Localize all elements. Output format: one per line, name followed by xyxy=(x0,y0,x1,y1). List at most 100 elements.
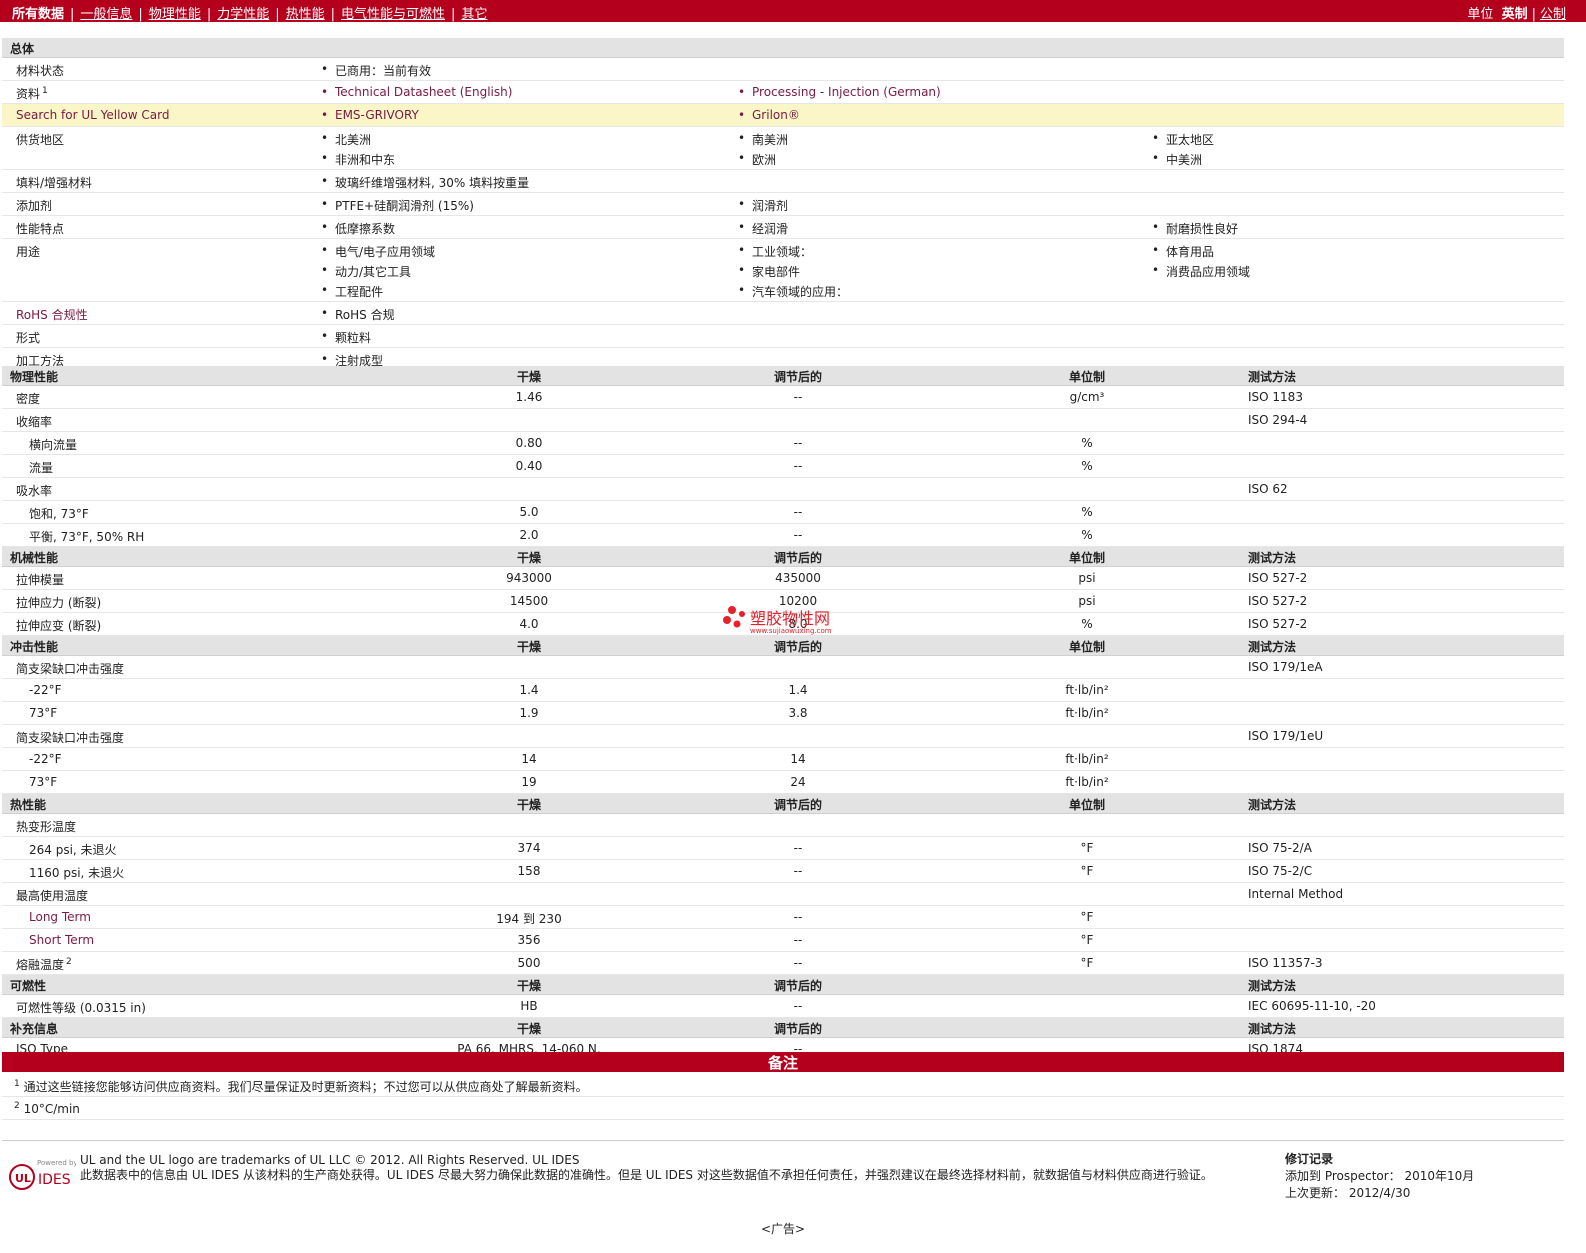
grilon-link[interactable]: Grilon® xyxy=(738,108,800,122)
supplementary-title: 补充信息 xyxy=(10,1022,59,1036)
unit-value: ft·lb/in² xyxy=(1065,706,1109,720)
row-label: 形式 xyxy=(16,331,41,345)
physical-row: 吸水率 ISO 62 xyxy=(2,478,1564,501)
dry-value: 158 xyxy=(517,864,541,878)
impact-row: -22°F 1.4 1.4 ft·lb/in² xyxy=(2,679,1564,702)
col-test-header: 测试方法 xyxy=(1248,979,1297,993)
nav-general[interactable]: 一般信息 xyxy=(80,7,132,22)
revision-added: 添加到 Prospector： 2010年10月 xyxy=(1285,1169,1475,1183)
col-conditioned-header: 调节后的 xyxy=(773,798,822,812)
use-item: 电气/电子应用领域 xyxy=(321,243,435,260)
nav-other[interactable]: 其它 xyxy=(461,7,487,22)
material-status-row: 材料状态 已商用：当前有效 xyxy=(2,58,1564,81)
test-method: Internal Method xyxy=(1248,887,1344,901)
rohs-link[interactable]: RoHS 合规性 xyxy=(16,306,88,323)
conditioned-value: -- xyxy=(793,956,803,970)
svg-text:www.sujiaowuxing.com: www.sujiaowuxing.com xyxy=(750,627,832,635)
col-unit-header: 单位制 xyxy=(1068,551,1105,565)
row-label: 用途 xyxy=(16,245,41,259)
trademark-text: UL and the UL logo are trademarks of UL … xyxy=(80,1153,580,1167)
additive-value: PTFE+硅酮润滑剂 (15%) xyxy=(321,197,474,214)
general-title: 总体 xyxy=(10,42,35,56)
nav-mechanical[interactable]: 力学性能 xyxy=(217,7,269,22)
property-label: 264 psi, 未退火 xyxy=(29,843,117,857)
dry-value: 4.0 xyxy=(519,617,539,631)
nav-all-data[interactable]: 所有数据 xyxy=(12,7,64,22)
conditioned-value: -- xyxy=(793,505,803,519)
test-method: IEC 60695-11-10, -20 xyxy=(1248,999,1376,1013)
dry-value: 500 xyxy=(517,956,541,970)
unit-value: °F xyxy=(1080,864,1094,878)
dry-value: 0.80 xyxy=(515,436,543,450)
test-method: ISO 179/1eU xyxy=(1248,729,1324,743)
ems-grivory-link[interactable]: EMS-GRIVORY xyxy=(321,108,419,122)
col-test-header: 测试方法 xyxy=(1248,640,1297,654)
property-label: 73°F xyxy=(29,706,58,720)
property-label: 流量 xyxy=(29,461,54,475)
flammability-header: 可燃性 干燥 调节后的 测试方法 xyxy=(2,975,1564,995)
thermal-row: 熔融温度 2 500 -- °F ISO 11357-3 xyxy=(2,952,1564,975)
col-unit-header: 单位制 xyxy=(1068,640,1105,654)
ul-ides-logo: UL Powered by IDES xyxy=(6,1151,78,1191)
flammability-row: 可燃性等级 (0.0315 in) HB -- IEC 60695-11-10, -2… xyxy=(2,995,1564,1018)
nav-thermal[interactable]: 热性能 xyxy=(286,7,325,22)
impact-title: 冲击性能 xyxy=(10,640,59,654)
physical-title: 物理性能 xyxy=(10,370,59,384)
row-label: 资料 1 xyxy=(16,86,48,101)
impact-header: 冲击性能 干燥 调节后的 单位制 测试方法 xyxy=(2,636,1564,656)
material-status-value: 已商用：当前有效 xyxy=(321,62,431,79)
thermal-title: 热性能 xyxy=(10,798,47,812)
unit-value: % xyxy=(1081,436,1093,450)
test-method: ISO 62 xyxy=(1248,482,1288,496)
impact-row: 73°F 19 24 ft·lb/in² xyxy=(2,771,1564,794)
conditioned-value: -- xyxy=(793,864,803,878)
property-label: 横向流量 xyxy=(29,438,78,452)
notes-title: 备注 xyxy=(767,1054,798,1072)
col-test-header: 测试方法 xyxy=(1248,551,1297,565)
dry-value: 194 到 230 xyxy=(496,912,562,926)
unit-switch: 单位 英制 | 公制 xyxy=(1467,7,1566,22)
region-item: 非洲和中东 xyxy=(321,151,395,168)
unit-metric[interactable]: 公制 xyxy=(1540,7,1566,22)
thermal-row: Long Term 194 到 230 -- °F xyxy=(2,906,1564,929)
feature-item: 经润滑 xyxy=(738,220,788,237)
test-method: ISO 1183 xyxy=(1248,390,1303,404)
unit-english[interactable]: 英制 xyxy=(1502,7,1528,22)
region-item: 亚太地区 xyxy=(1152,131,1214,148)
test-method: ISO 179/1eA xyxy=(1248,660,1323,674)
svg-text:UL: UL xyxy=(15,1172,31,1185)
unit-value: ft·lb/in² xyxy=(1065,683,1109,697)
rohs-row: RoHS 合规性 RoHS 合规 xyxy=(2,302,1564,325)
additive-value: 润滑剂 xyxy=(738,197,788,214)
property-label: 饱和, 73°F xyxy=(29,507,89,521)
unit-value: psi xyxy=(1078,594,1096,608)
form-value: 颗粒料 xyxy=(321,329,371,346)
col-conditioned-header: 调节后的 xyxy=(773,370,822,384)
thermal-header: 热性能 干燥 调节后的 单位制 测试方法 xyxy=(2,794,1564,814)
property-label: 熔融温度 2 xyxy=(16,957,72,972)
col-conditioned-header: 调节后的 xyxy=(773,979,822,993)
use-item: 消费品应用领域 xyxy=(1152,263,1250,280)
unit-value: % xyxy=(1081,528,1093,542)
units-label: 单位 xyxy=(1467,7,1494,22)
col-dry-header: 干燥 xyxy=(516,370,541,384)
processing-injection-link[interactable]: Processing - Injection (German) xyxy=(738,85,941,99)
note-2: 2 10°C/min xyxy=(14,1101,80,1116)
col-dry-header: 干燥 xyxy=(516,640,541,654)
dry-value: 374 xyxy=(517,841,541,855)
yellow-card-search-link[interactable]: Search for UL Yellow Card xyxy=(16,108,169,122)
unit-value: °F xyxy=(1080,841,1094,855)
property-label: 简支梁缺口冲击强度 xyxy=(16,731,125,745)
nav-electrical[interactable]: 电气性能与可燃性 xyxy=(341,7,445,22)
nav-physical[interactable]: 物理性能 xyxy=(149,7,201,22)
property-label: 73°F xyxy=(29,775,58,789)
property-label: 可燃性等级 (0.0315 in) xyxy=(16,1001,146,1015)
property-label: 1160 psi, 未退火 xyxy=(29,866,125,880)
test-method: ISO 75-2/C xyxy=(1248,864,1313,878)
technical-datasheet-link[interactable]: Technical Datasheet (English) xyxy=(321,85,512,99)
revision-updated: 上次更新： 2012/4/30 xyxy=(1285,1186,1411,1200)
conditioned-value: -- xyxy=(793,528,803,542)
unit-value: °F xyxy=(1080,956,1094,970)
docs-row: 资料1 Technical Datasheet (English) Proces… xyxy=(2,81,1564,104)
conditioned-value: 3.8 xyxy=(788,706,808,720)
